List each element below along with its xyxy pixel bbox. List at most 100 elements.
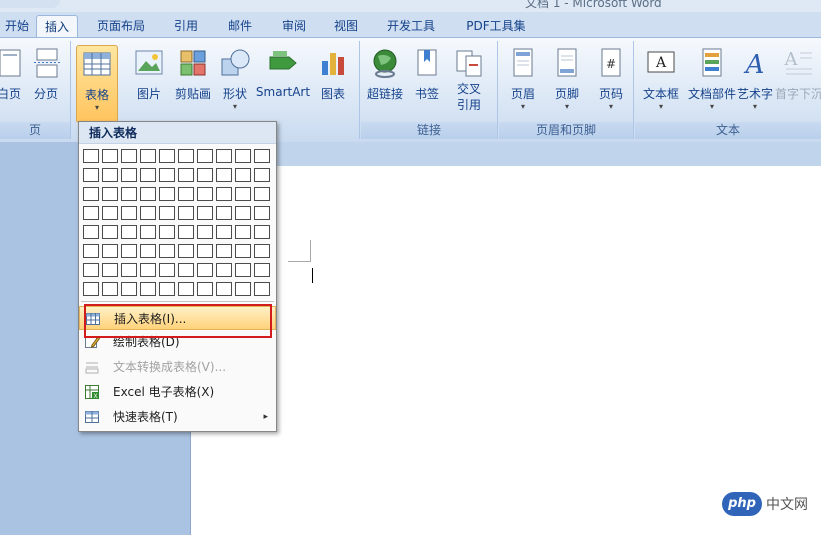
grid-cell[interactable] (83, 149, 99, 163)
grid-cell[interactable] (159, 282, 175, 296)
grid-cell[interactable] (235, 244, 251, 258)
grid-cell[interactable] (216, 263, 232, 277)
grid-cell[interactable] (235, 282, 251, 296)
quick-parts-button[interactable]: 文档部件 ▾ (685, 45, 739, 121)
wordart-button[interactable]: A 艺术字 ▾ (735, 45, 775, 121)
grid-cell[interactable] (140, 225, 156, 239)
grid-cell[interactable] (178, 187, 194, 201)
grid-cell[interactable] (178, 244, 194, 258)
grid-cell[interactable] (254, 282, 270, 296)
grid-cell[interactable] (140, 149, 156, 163)
quick-access-toolbar[interactable] (0, 0, 60, 8)
tab-mailings[interactable]: 邮件 (220, 15, 260, 37)
grid-cell[interactable] (102, 244, 118, 258)
grid-cell[interactable] (121, 225, 137, 239)
grid-cell[interactable] (216, 149, 232, 163)
grid-cell[interactable] (83, 282, 99, 296)
tab-insert[interactable]: 插入 (36, 15, 78, 38)
hyperlink-button[interactable]: 超链接 (365, 45, 405, 121)
grid-cell[interactable] (178, 149, 194, 163)
tab-page-layout[interactable]: 页面布局 (88, 15, 154, 37)
grid-cell[interactable] (197, 187, 213, 201)
grid-cell[interactable] (83, 187, 99, 201)
grid-cell[interactable] (216, 225, 232, 239)
grid-cell[interactable] (121, 263, 137, 277)
clipart-button[interactable]: 剪贴画 (171, 45, 215, 121)
grid-cell[interactable] (83, 263, 99, 277)
quick-tables-item[interactable]: 快速表格(T) ▸ (79, 405, 276, 429)
picture-button[interactable]: 图片 (131, 45, 167, 121)
grid-cell[interactable] (140, 244, 156, 258)
grid-cell[interactable] (197, 206, 213, 220)
shapes-button[interactable]: 形状 ▾ (217, 45, 253, 121)
tab-references[interactable]: 引用 (166, 15, 206, 37)
bookmark-button[interactable]: 书签 (409, 45, 445, 121)
grid-cell[interactable] (102, 206, 118, 220)
tab-pdf-tools[interactable]: PDF工具集 (456, 15, 536, 37)
tab-home[interactable]: 开始 (0, 15, 34, 37)
grid-cell[interactable] (254, 187, 270, 201)
grid-cell[interactable] (178, 206, 194, 220)
tab-review[interactable]: 审阅 (274, 15, 314, 37)
grid-cell[interactable] (140, 168, 156, 182)
grid-cell[interactable] (216, 244, 232, 258)
grid-cell[interactable] (102, 168, 118, 182)
grid-cell[interactable] (235, 149, 251, 163)
grid-cell[interactable] (121, 187, 137, 201)
grid-cell[interactable] (159, 244, 175, 258)
grid-cell[interactable] (102, 187, 118, 201)
grid-cell[interactable] (254, 225, 270, 239)
grid-cell[interactable] (178, 263, 194, 277)
grid-cell[interactable] (159, 225, 175, 239)
grid-cell[interactable] (197, 244, 213, 258)
grid-cell[interactable] (102, 263, 118, 277)
grid-cell[interactable] (102, 225, 118, 239)
grid-cell[interactable] (254, 149, 270, 163)
grid-cell[interactable] (140, 187, 156, 201)
footer-button[interactable]: 页脚 ▾ (547, 45, 587, 121)
grid-cell[interactable] (140, 263, 156, 277)
grid-cell[interactable] (178, 282, 194, 296)
grid-cell[interactable] (159, 187, 175, 201)
drop-cap-button[interactable]: A 首字下沉 (775, 45, 821, 121)
grid-cell[interactable] (216, 187, 232, 201)
grid-cell[interactable] (83, 206, 99, 220)
grid-cell[interactable] (140, 282, 156, 296)
grid-cell[interactable] (254, 263, 270, 277)
convert-text-to-table-item[interactable]: 文本转换成表格(V)... (79, 355, 276, 379)
chart-button[interactable]: 图表 (315, 45, 351, 121)
grid-cell[interactable] (140, 206, 156, 220)
grid-cell[interactable] (178, 225, 194, 239)
grid-cell[interactable] (197, 263, 213, 277)
grid-cell[interactable] (235, 168, 251, 182)
grid-cell[interactable] (83, 225, 99, 239)
cross-reference-button[interactable]: 交叉 引用 (451, 45, 487, 121)
grid-cell[interactable] (121, 149, 137, 163)
header-button[interactable]: 页眉 ▾ (503, 45, 543, 121)
grid-cell[interactable] (216, 168, 232, 182)
grid-cell[interactable] (197, 149, 213, 163)
grid-cell[interactable] (83, 244, 99, 258)
excel-spreadsheet-item[interactable]: X Excel 电子表格(X) (79, 380, 276, 404)
grid-cell[interactable] (197, 225, 213, 239)
tab-view[interactable]: 视图 (326, 15, 366, 37)
cover-page-button[interactable]: 白页 (0, 45, 24, 121)
grid-cell[interactable] (121, 168, 137, 182)
grid-cell[interactable] (235, 187, 251, 201)
grid-cell[interactable] (235, 206, 251, 220)
grid-cell[interactable] (216, 282, 232, 296)
tab-developer[interactable]: 开发工具 (378, 15, 444, 37)
grid-cell[interactable] (102, 282, 118, 296)
page-break-button[interactable]: 分页 (28, 45, 64, 121)
grid-cell[interactable] (197, 168, 213, 182)
grid-cell[interactable] (254, 244, 270, 258)
grid-cell[interactable] (254, 168, 270, 182)
grid-cell[interactable] (159, 206, 175, 220)
grid-cell[interactable] (178, 168, 194, 182)
grid-cell[interactable] (121, 244, 137, 258)
grid-cell[interactable] (121, 206, 137, 220)
grid-cell[interactable] (159, 168, 175, 182)
grid-cell[interactable] (216, 206, 232, 220)
grid-cell[interactable] (197, 282, 213, 296)
grid-cell[interactable] (235, 263, 251, 277)
